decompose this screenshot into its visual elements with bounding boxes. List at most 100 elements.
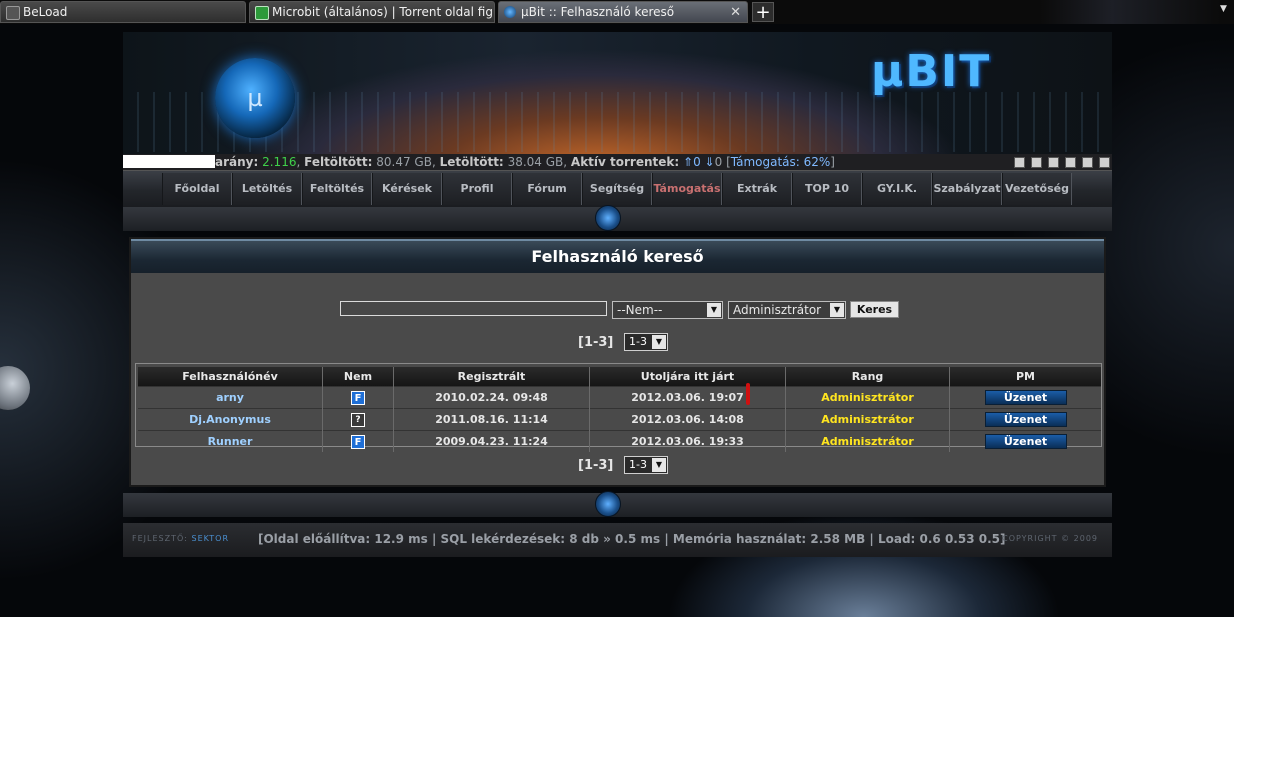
nav-downloads[interactable]: Letöltés: [232, 173, 302, 205]
ubit-favicon-icon: [504, 6, 516, 18]
gender-select[interactable]: --Nem-- ▼: [612, 301, 723, 319]
col-last-seen[interactable]: Utoljára itt járt: [589, 367, 786, 387]
registered-cell: 2010.02.24. 09:48: [393, 386, 590, 409]
divider-orb-icon: [595, 491, 621, 517]
table-row: Dj.Anonymus ? 2011.08.16. 11:14 2012.03.…: [138, 408, 1101, 431]
nav-help[interactable]: Segítség: [582, 173, 652, 205]
nav-staff[interactable]: Vezetőség: [1002, 173, 1072, 205]
search-button[interactable]: Keres: [850, 301, 899, 318]
nav-home[interactable]: Főoldal: [162, 173, 232, 205]
bookmark-icon[interactable]: [1065, 157, 1076, 168]
registered-cell: 2009.04.23. 11:24: [393, 430, 590, 452]
nav-rules[interactable]: Szabályzat: [932, 173, 1002, 205]
seeding-arrow-icon: ⇑: [683, 155, 694, 169]
tab-microbit-forum[interactable]: Microbit (általános) | Torrent oldal fig…: [249, 1, 495, 23]
sex-badge: ?: [351, 413, 365, 427]
support-link[interactable]: Támogatás: 62%: [731, 155, 831, 169]
ratio-label: arány:: [215, 155, 259, 169]
pm-cell: Üzenet: [949, 386, 1101, 409]
screenshot: BeLoad Microbit (általános) | Torrent ol…: [0, 0, 1234, 617]
downloaded-value: 38.04 GB: [507, 155, 564, 169]
nav-faq[interactable]: GY.I.K.: [862, 173, 932, 205]
nav-profile[interactable]: Profil: [442, 173, 512, 205]
send-message-button[interactable]: Üzenet: [984, 390, 1067, 405]
username-link[interactable]: arny: [138, 386, 323, 409]
active-torrents-label: Aktív torrentek:: [570, 155, 680, 169]
chevron-down-icon: ▼: [652, 458, 666, 472]
username-search-input[interactable]: [340, 301, 607, 316]
rank-select[interactable]: Adminisztrátor ▼: [728, 301, 846, 319]
tab-user-search[interactable]: µBit :: Felhasználó kereső ✕: [498, 1, 748, 23]
results-table: Felhasználónév Nem Regisztrált Utoljára …: [138, 367, 1101, 452]
pm-cell: Üzenet: [949, 430, 1101, 452]
send-message-button[interactable]: Üzenet: [984, 412, 1067, 427]
alert-icon[interactable]: [1014, 157, 1025, 168]
page-select[interactable]: 1-3 ▼: [624, 333, 668, 351]
ubit-logo[interactable]: µBIT: [871, 46, 991, 97]
tab-title: BeLoad: [23, 5, 68, 19]
developer-label: FEJLESZTŐ:: [132, 534, 188, 543]
sex-cell: F: [322, 386, 394, 409]
settings-icon[interactable]: [1082, 157, 1093, 168]
ubit-orb-logo[interactable]: µ: [215, 58, 295, 138]
active-leeching-count: 0: [714, 155, 723, 169]
sex-cell: ?: [322, 408, 394, 431]
logout-icon[interactable]: [1099, 157, 1110, 168]
rank-cell: Adminisztrátor: [785, 408, 950, 431]
downloaded-label: Letöltött:: [439, 155, 504, 169]
site-frame: µ µBIT arány: 2.116, Feltöltött: 80.47 G…: [123, 32, 1112, 557]
pager-label-bottom: [1-3]: [578, 458, 614, 473]
nav-extras[interactable]: Extrák: [722, 173, 792, 205]
new-tab-button[interactable]: +: [752, 2, 774, 22]
nav-requests[interactable]: Kérések: [372, 173, 442, 205]
tab-list-icon[interactable]: ▼: [1220, 4, 1227, 14]
user-stats-bar: arány: 2.116, Feltöltött: 80.47 GB, Letö…: [123, 154, 1112, 170]
col-registered[interactable]: Regisztrált: [393, 367, 590, 387]
rank-cell: Adminisztrátor: [785, 430, 950, 452]
close-tab-icon[interactable]: ✕: [730, 2, 741, 22]
pm-cell: Üzenet: [949, 408, 1101, 431]
nav-forum[interactable]: Fórum: [512, 173, 582, 205]
background-planet: [0, 366, 30, 410]
results-table-frame: Felhasználónév Nem Regisztrált Utoljára …: [135, 363, 1102, 452]
col-username[interactable]: Felhasználónév: [138, 367, 323, 387]
developer-link[interactable]: SEKTOR: [192, 534, 230, 543]
tab-title: Microbit (általános) | Torrent oldal fig…: [272, 5, 495, 19]
col-rank[interactable]: Rang: [785, 367, 950, 387]
nav-upload[interactable]: Feltöltés: [302, 173, 372, 205]
table-header-row: Felhasználónév Nem Regisztrált Utoljára …: [138, 367, 1101, 387]
copyright: COPYRIGHT © 2009: [1002, 534, 1098, 543]
last-seen-cell: 2012.03.06. 19:33: [589, 430, 786, 452]
content-divider: [123, 491, 1112, 517]
nav-top10[interactable]: TOP 10: [792, 173, 862, 205]
active-seeding-count: 0: [693, 155, 701, 169]
download-icon[interactable]: [1048, 157, 1059, 168]
col-sex[interactable]: Nem: [322, 367, 394, 387]
page-select-bottom[interactable]: 1-3 ▼: [624, 456, 668, 474]
send-message-button[interactable]: Üzenet: [984, 434, 1067, 449]
rank-select-value: Adminisztrátor: [733, 303, 822, 317]
page-icon: [6, 6, 20, 20]
page-title: Felhasználó kereső: [131, 239, 1104, 273]
col-pm: PM: [949, 367, 1101, 387]
divider-orb-icon: [595, 205, 621, 231]
nav-divider: [123, 205, 1112, 231]
inbox-icon[interactable]: [1031, 157, 1042, 168]
username-link[interactable]: Runner: [138, 430, 323, 452]
developer-credit: FEJLESZTŐ: SEKTOR: [132, 534, 229, 543]
site-favicon-icon: [255, 6, 269, 20]
tab-beload[interactable]: BeLoad: [0, 1, 246, 23]
uploaded-label: Feltöltött:: [304, 155, 373, 169]
main-navigation: Főoldal Letöltés Feltöltés Kérések Profi…: [123, 170, 1112, 208]
last-seen-cell: 2012.03.06. 14:08: [589, 408, 786, 431]
leeching-arrow-icon: ⇓: [704, 155, 715, 169]
site-banner: µ µBIT: [123, 32, 1112, 154]
username-link[interactable]: Dj.Anonymus: [138, 408, 323, 431]
nav-support[interactable]: Támogatás: [652, 173, 722, 205]
table-row: Runner F 2009.04.23. 11:24 2012.03.06. 1…: [138, 430, 1101, 452]
registered-cell: 2011.08.16. 11:14: [393, 408, 590, 431]
background-decoration: [1040, 0, 1220, 24]
ratio-value: 2.116: [262, 155, 297, 169]
browser-tab-bar: BeLoad Microbit (általános) | Torrent ol…: [0, 0, 1234, 24]
sex-badge: F: [351, 434, 365, 449]
